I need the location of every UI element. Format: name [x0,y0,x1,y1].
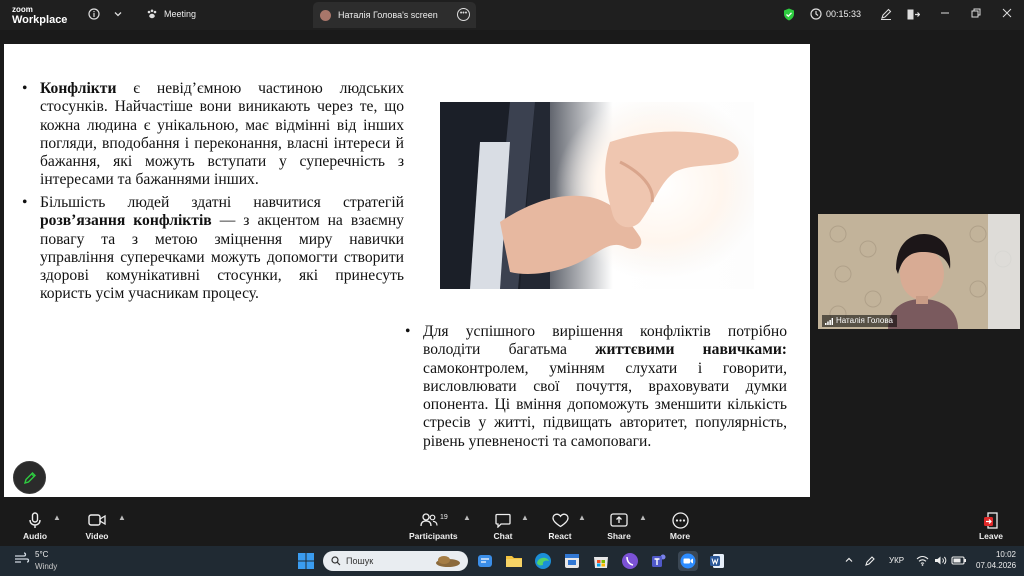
battery-icon[interactable] [951,555,967,568]
share-button[interactable]: Share [599,511,639,541]
paw-icon [144,6,160,22]
video-camera-icon [77,511,117,529]
search-icon [331,556,341,566]
share-label: Share [607,531,631,541]
meeting-timer: 00:15:33 [826,9,862,19]
participants-label: Participants [409,531,458,541]
react-options-caret[interactable]: ▲ [578,513,586,522]
microphone-icon [15,511,55,529]
slide-paragraph-2: • Більшість людей здатні навчитися страт… [22,194,404,304]
more-options-icon[interactable]: ••• [457,8,470,21]
volume-icon[interactable] [934,555,947,568]
search-placeholder: Пошук [346,556,374,566]
app-logo: zoom Workplace [12,5,72,26]
search-highlight-icon [436,556,460,567]
participant-video-frame [818,214,1020,329]
slide-paragraph-1: • Конфлікти є невід’ємною частиною людсь… [22,80,404,190]
slide-text-2a: Більшість людей здатні навчитися стратег… [40,194,404,211]
teams-app-icon[interactable] [649,551,669,571]
notification-pen-icon[interactable] [864,555,876,569]
weather-condition: Windy [35,562,58,571]
handshake-image [440,102,754,289]
clock-date: 07.04.2026 [976,561,1017,570]
clock-icon [808,6,824,22]
chat-bubble-icon [483,511,523,529]
edge-browser-icon[interactable] [533,551,553,571]
leave-label: Leave [978,531,1004,541]
wifi-icon[interactable] [916,555,929,568]
more-label: More [669,531,691,541]
participant-name: Наталія Голова [836,316,893,325]
audio-button[interactable]: Audio [15,511,55,541]
windows-taskbar: 5°C Windy Пошук УКР 10:02 07.04.2026 [0,546,1024,576]
wind-icon [15,552,30,563]
shared-screen-tab[interactable]: Наталія Голова's screen ••• [313,2,476,28]
share-screen-icon [599,511,639,529]
annotate-pen-icon[interactable] [878,6,894,22]
taskbar-search-input[interactable]: Пошук [323,551,468,571]
shared-screen-label: Наталія Голова's screen [338,10,438,20]
info-icon[interactable] [86,6,102,22]
slide-paragraph-3: • Для успішного вирішення конфліктів пот… [405,323,788,451]
windows-start-icon[interactable] [296,551,316,571]
tray-overflow-chevron[interactable] [844,555,854,567]
restore-button[interactable] [967,5,985,23]
share-options-caret[interactable]: ▲ [639,513,647,522]
audio-label: Audio [22,531,48,541]
chat-options-caret[interactable]: ▲ [521,513,529,522]
clock-time: 10:02 [995,550,1016,559]
shared-slide: • Конфлікти є невід’ємною частиною людсь… [4,44,810,497]
chevron-down-icon[interactable] [110,6,126,22]
more-button[interactable]: More [660,511,700,541]
signal-bars-icon [825,318,833,325]
participant-name-label: Наталія Голова [822,315,897,327]
audio-options-caret[interactable]: ▲ [53,513,61,522]
heart-icon [540,511,580,529]
viber-app-icon[interactable] [620,551,640,571]
shield-icon[interactable] [781,6,797,22]
meeting-tab-label[interactable]: Meeting [164,9,196,19]
bullet: • [405,323,411,340]
bullet: • [22,194,28,211]
slide-term-resolution: розв’язання конфліктів [40,212,212,230]
chat-label: Chat [493,531,513,541]
presenter-avatar [320,10,331,21]
view-layout-icon[interactable] [905,6,921,22]
participants-options-caret[interactable]: ▲ [463,513,471,522]
file-explorer-icon[interactable] [504,551,524,571]
title-bar: zoom Workplace Meeting Наталія Голова's … [0,0,1024,30]
leave-door-icon [971,511,1011,529]
minimize-button[interactable] [936,5,954,23]
video-options-caret[interactable]: ▲ [118,513,126,522]
weather-temperature: 5°C [35,550,49,559]
microsoft-store-icon[interactable] [591,551,611,571]
participants-count: 19 [440,514,448,521]
close-button[interactable] [998,5,1016,23]
outlook-app-icon[interactable] [562,551,582,571]
zoom-app-icon[interactable] [678,551,698,571]
video-button[interactable]: Video [77,511,117,541]
copilot-app-icon[interactable] [475,551,495,571]
react-button[interactable]: React [540,511,580,541]
logo-line2: Workplace [12,14,68,26]
leave-button[interactable]: Leave [971,511,1011,541]
annotate-button[interactable] [13,461,46,494]
slide-text-3b: самоконтролем, умінням слухати і говорит… [423,359,787,450]
slide-term-life-skills: життєвими навичками: [595,341,788,359]
chat-button[interactable]: Chat [483,511,523,541]
video-label: Video [85,531,109,541]
slide-term-conflicts: Конфлікти [40,80,117,97]
meeting-controls-bar: Audio ▲ Video ▲ Participants 19 ▲ Chat ▲… [0,505,1024,546]
bullet: • [22,80,28,97]
weather-widget[interactable]: 5°C Windy [14,550,57,571]
participant-video-tile[interactable]: Наталія Голова [818,214,1020,329]
language-indicator[interactable]: УКР [889,556,904,565]
react-label: React [548,531,572,541]
taskbar-clock[interactable]: 10:02 07.04.2026 [976,549,1016,571]
word-app-icon[interactable] [707,551,727,571]
more-dots-icon [660,511,700,529]
